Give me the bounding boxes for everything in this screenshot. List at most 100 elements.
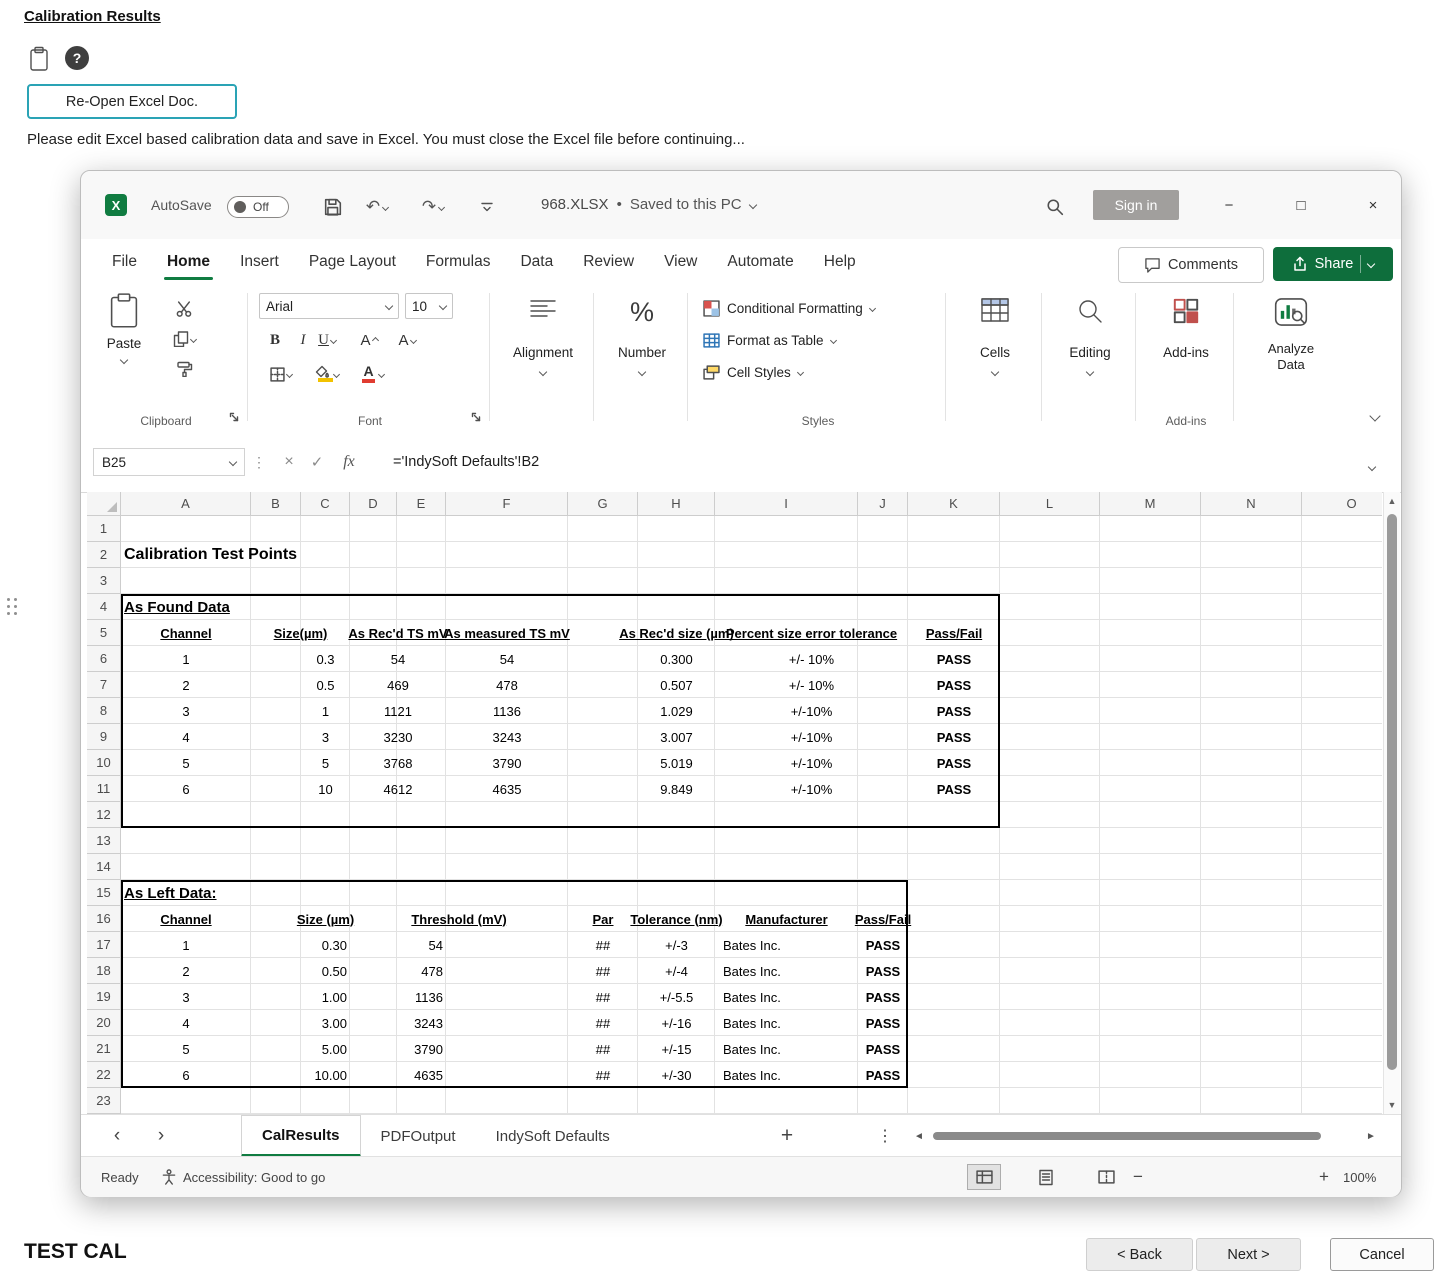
sheet-cell-K9[interactable]: PASS bbox=[908, 724, 1000, 750]
sheet-cell-C10[interactable]: 5 bbox=[301, 750, 350, 776]
back-button[interactable]: < Back bbox=[1086, 1238, 1193, 1271]
sheet-cell-H16[interactable]: Tolerance (nm) bbox=[638, 906, 715, 932]
clipboard-icon[interactable] bbox=[28, 46, 50, 77]
borders-button[interactable] bbox=[263, 361, 299, 387]
sheet-cell-F7[interactable]: 478 bbox=[446, 672, 568, 698]
sheet-cell-C6[interactable]: 0.3 bbox=[301, 646, 350, 672]
sheet-cell-H7[interactable]: 0.507 bbox=[638, 672, 715, 698]
save-icon[interactable] bbox=[319, 195, 347, 219]
sheet-cell-D11[interactable]: 4612 bbox=[350, 776, 446, 802]
sheet-cell-G22[interactable]: ## bbox=[568, 1062, 638, 1088]
sheet-cell-H6[interactable]: 0.300 bbox=[638, 646, 715, 672]
sheet-cell-A19[interactable]: 3 bbox=[121, 984, 251, 1010]
sheet-cell-G20[interactable]: ## bbox=[568, 1010, 638, 1036]
zoom-in-icon[interactable]: + bbox=[1319, 1157, 1329, 1197]
ribbon-tab-review[interactable]: Review bbox=[568, 239, 649, 285]
cancel-button[interactable]: Cancel bbox=[1330, 1238, 1434, 1271]
fill-color-button[interactable] bbox=[307, 361, 345, 387]
sheet-cell-J16[interactable]: Pass/Fail bbox=[858, 906, 908, 932]
accessibility-status[interactable]: Accessibility: Good to go bbox=[161, 1157, 325, 1197]
sheet-cell-D9[interactable]: 3230 bbox=[350, 724, 446, 750]
sheet-cell-A21[interactable]: 5 bbox=[121, 1036, 251, 1062]
analyze-data-button[interactable]: Analyze Data bbox=[1239, 285, 1343, 433]
ribbon-tab-help[interactable]: Help bbox=[809, 239, 871, 285]
drag-handle[interactable] bbox=[7, 598, 17, 615]
search-icon[interactable] bbox=[1041, 195, 1069, 219]
formula-input[interactable]: ='IndySoft Defaults'!B2 bbox=[393, 448, 539, 476]
sheet-cell-C21[interactable]: 5.00 bbox=[301, 1036, 350, 1062]
sheet-cell-J19[interactable]: PASS bbox=[858, 984, 908, 1010]
decrease-font-size-button[interactable]: A bbox=[395, 327, 419, 353]
undo-icon[interactable]: ↶ bbox=[363, 195, 391, 219]
sheet-cell-C11[interactable]: 10 bbox=[301, 776, 350, 802]
spreadsheet-grid[interactable]: ABCDEFGHIJKLMNO1234567891011121314151617… bbox=[87, 492, 1382, 1114]
page-break-view-button[interactable] bbox=[1089, 1164, 1123, 1190]
sheet-cell-I6[interactable]: +/- 10% bbox=[715, 646, 908, 672]
sheet-cell-A16[interactable]: Channel bbox=[121, 906, 251, 932]
sheet-cell-G19[interactable]: ## bbox=[568, 984, 638, 1010]
sheet-cell-A6[interactable]: 1 bbox=[121, 646, 251, 672]
ribbon-tab-view[interactable]: View bbox=[649, 239, 712, 285]
ribbon-tab-file[interactable]: File bbox=[97, 239, 152, 285]
sheet-cell-C18[interactable]: 0.50 bbox=[301, 958, 350, 984]
sheet-cell-A11[interactable]: 6 bbox=[121, 776, 251, 802]
format-as-table-button[interactable]: Format as Table bbox=[703, 327, 836, 353]
cut-button[interactable] bbox=[169, 297, 199, 321]
alignment-button[interactable]: Alignment bbox=[495, 285, 591, 433]
sheet-cell-H10[interactable]: 5.019 bbox=[638, 750, 715, 776]
sheet-cell-C8[interactable]: 1 bbox=[301, 698, 350, 724]
addins-button[interactable]: Add-ins bbox=[1141, 285, 1231, 433]
font-size-select[interactable]: 10 bbox=[405, 293, 453, 319]
sheet-cell-I19[interactable]: Bates Inc. bbox=[715, 984, 858, 1010]
vertical-scrollbar-thumb[interactable] bbox=[1387, 514, 1397, 1070]
sheet-cell-K11[interactable]: PASS bbox=[908, 776, 1000, 802]
number-button[interactable]: % Number bbox=[599, 285, 685, 433]
cells-button[interactable]: Cells bbox=[951, 285, 1039, 433]
sheet-cell-H21[interactable]: +/-15 bbox=[638, 1036, 715, 1062]
sheet-cell-I20[interactable]: Bates Inc. bbox=[715, 1010, 858, 1036]
close-icon[interactable]: × bbox=[1361, 193, 1385, 217]
next-button[interactable]: Next > bbox=[1196, 1238, 1301, 1271]
sheet-tab-pdfoutput[interactable]: PDFOutput bbox=[361, 1115, 476, 1157]
sheet-cell-H22[interactable]: +/-30 bbox=[638, 1062, 715, 1088]
share-dropdown-icon[interactable] bbox=[1367, 260, 1375, 268]
sheet-tab-calresults[interactable]: CalResults bbox=[241, 1115, 361, 1157]
zoom-level[interactable]: 100% bbox=[1343, 1157, 1376, 1197]
help-icon[interactable]: ? bbox=[65, 46, 89, 70]
font-dialog-launcher-icon[interactable] bbox=[471, 409, 481, 427]
sheet-cell-J21[interactable]: PASS bbox=[858, 1036, 908, 1062]
enter-entry-icon[interactable]: ✓ bbox=[305, 448, 329, 476]
sheet-cell-F6[interactable]: 54 bbox=[446, 646, 568, 672]
increase-font-size-button[interactable]: A bbox=[357, 327, 381, 353]
paste-button[interactable]: Paste bbox=[95, 293, 153, 397]
sheet-cell-K10[interactable]: PASS bbox=[908, 750, 1000, 776]
zoom-out-icon[interactable]: − bbox=[1133, 1157, 1143, 1197]
horizontal-scrollbar-thumb[interactable] bbox=[933, 1132, 1321, 1140]
font-name-select[interactable]: Arial bbox=[259, 293, 399, 319]
document-title[interactable]: 968.XLSX • Saved to this PC bbox=[541, 196, 756, 213]
bold-button[interactable]: B bbox=[263, 327, 287, 353]
scroll-up-icon[interactable]: ▲ bbox=[1384, 496, 1400, 506]
sheet-cell-I21[interactable]: Bates Inc. bbox=[715, 1036, 858, 1062]
next-sheet-icon[interactable]: › bbox=[147, 1115, 175, 1157]
sheet-cell-H8[interactable]: 1.029 bbox=[638, 698, 715, 724]
sheet-cell-D6[interactable]: 54 bbox=[350, 646, 446, 672]
sheet-cell-A7[interactable]: 2 bbox=[121, 672, 251, 698]
scroll-down-icon[interactable]: ▼ bbox=[1384, 1100, 1400, 1110]
sheet-cell-B5[interactable]: Size(µm) bbox=[251, 620, 350, 646]
sheet-cell-A8[interactable]: 3 bbox=[121, 698, 251, 724]
sheet-cell-J17[interactable]: PASS bbox=[858, 932, 908, 958]
sheet-cell-K5[interactable]: Pass/Fail bbox=[908, 620, 1000, 646]
sheet-cell-A10[interactable]: 5 bbox=[121, 750, 251, 776]
sheet-cell-C20[interactable]: 3.00 bbox=[301, 1010, 350, 1036]
sheet-tab-indysoft-defaults[interactable]: IndySoft Defaults bbox=[476, 1115, 630, 1157]
sheet-cell-G21[interactable]: ## bbox=[568, 1036, 638, 1062]
sheet-cell-F10[interactable]: 3790 bbox=[446, 750, 568, 776]
sheet-cell-E19[interactable]: 1136 bbox=[397, 984, 446, 1010]
sheet-cell-F8[interactable]: 1136 bbox=[446, 698, 568, 724]
sheet-cell-H5[interactable]: As Rec'd size (µm) bbox=[638, 620, 715, 646]
normal-view-button[interactable] bbox=[967, 1164, 1001, 1190]
name-box[interactable]: B25 bbox=[93, 448, 245, 476]
scroll-left-icon[interactable]: ◄ bbox=[909, 1115, 929, 1157]
sheet-cell-I18[interactable]: Bates Inc. bbox=[715, 958, 858, 984]
